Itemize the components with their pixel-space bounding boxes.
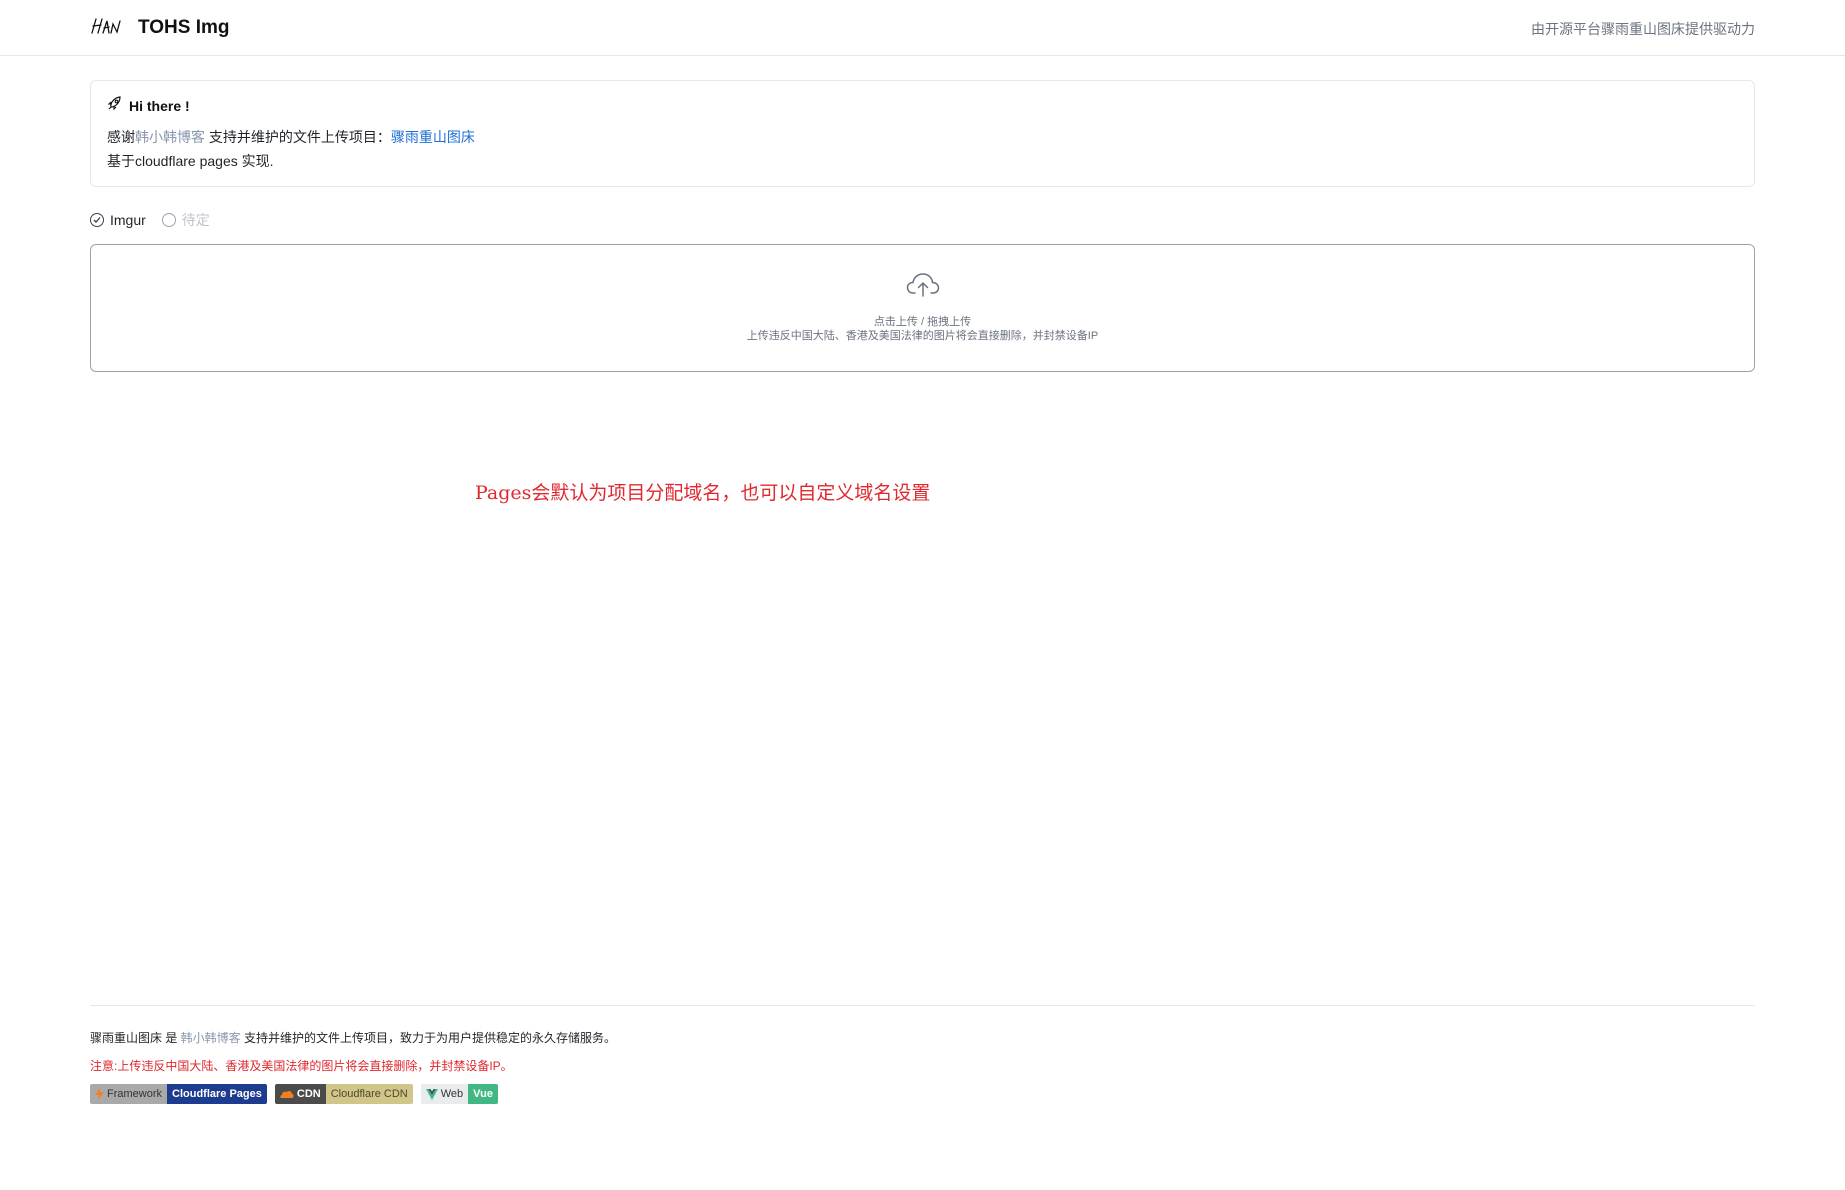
radio-imgur-label: Imgur <box>110 212 146 228</box>
upload-dropzone[interactable]: 点击上传 / 拖拽上传 上传违反中国大陆、香港及美国法律的图片将会直接删除，并封… <box>90 244 1755 372</box>
site-logo[interactable] <box>90 16 122 41</box>
badge-web-left: Web <box>440 1088 464 1100</box>
cloud-upload-icon <box>906 272 940 303</box>
han-logo-icon <box>91 18 121 34</box>
radio-checked-icon <box>90 213 104 227</box>
welcome-card-header: Hi there ! <box>107 95 190 116</box>
host-selector: Imgur 待定 <box>90 210 226 230</box>
badge-cdn-left: CDN <box>296 1088 321 1100</box>
radio-pending-label: 待定 <box>181 212 210 228</box>
lightning-icon <box>95 1088 104 1100</box>
footer-badges: Framework Cloudflare Pages CDN Cloudflar… <box>90 1084 498 1104</box>
powered-by-text: 由开源平台骤雨重山图床提供驱动力 <box>1531 21 1755 37</box>
badge-cdn-right: Cloudflare CDN <box>325 1084 413 1104</box>
radio-unchecked-icon <box>161 213 176 227</box>
radio-imgur[interactable]: Imgur <box>90 212 146 228</box>
thanks-prefix: 感谢 <box>107 129 135 145</box>
footer-divider <box>90 1005 1755 1006</box>
badge-web-right: Vue <box>468 1084 498 1104</box>
welcome-line-2: 基于cloudflare pages 实现. <box>107 153 274 169</box>
badge-web[interactable]: Web Vue <box>420 1084 498 1104</box>
cloud-icon <box>280 1090 294 1098</box>
badge-framework[interactable]: Framework Cloudflare Pages <box>90 1084 267 1104</box>
project-link[interactable]: 骤雨重山图床 <box>391 129 475 145</box>
upload-warning: 上传违反中国大陆、香港及美国法律的图片将会直接删除，并封禁设备IP <box>746 330 1099 342</box>
footer-author-link[interactable]: 韩小韩博客 <box>181 1031 241 1045</box>
footer-notice: 注意:上传违反中国大陆、香港及美国法律的图片将会直接删除，并封禁设备IP。 <box>90 1059 513 1073</box>
radio-pending[interactable]: 待定 <box>161 210 210 230</box>
welcome-card: Hi there ! 感谢韩小韩博客 支持并维护的文件上传项目：骤雨重山图床 基… <box>90 80 1755 187</box>
site-title[interactable]: TOHS Img <box>138 17 230 39</box>
welcome-heading: Hi there ! <box>129 97 190 114</box>
vue-icon <box>425 1088 438 1100</box>
thanks-middle: 支持并维护的文件上传项目： <box>205 129 391 145</box>
welcome-line-1: 感谢韩小韩博客 支持并维护的文件上传项目：骤雨重山图床 <box>107 127 475 147</box>
badge-cdn[interactable]: CDN Cloudflare CDN <box>274 1084 413 1104</box>
footer-desc-suffix: 支持并维护的文件上传项目，致力于为用户提供稳定的永久存储服务。 <box>240 1031 617 1045</box>
footer-description: 骤雨重山图床 是 韩小韩博客 支持并维护的文件上传项目，致力于为用户提供稳定的永… <box>90 1029 616 1046</box>
badge-framework-right: Cloudflare Pages <box>167 1084 267 1104</box>
top-navbar: TOHS Img 由开源平台骤雨重山图床提供驱动力 <box>0 0 1845 56</box>
domain-annotation: Pages会默认为项目分配域名，也可以自定义域名设置 <box>475 482 931 504</box>
badge-framework-left: Framework <box>107 1088 163 1100</box>
author-link[interactable]: 韩小韩博客 <box>135 129 205 145</box>
rocket-icon <box>107 95 123 116</box>
footer-desc-prefix: 骤雨重山图床 是 <box>90 1031 181 1045</box>
